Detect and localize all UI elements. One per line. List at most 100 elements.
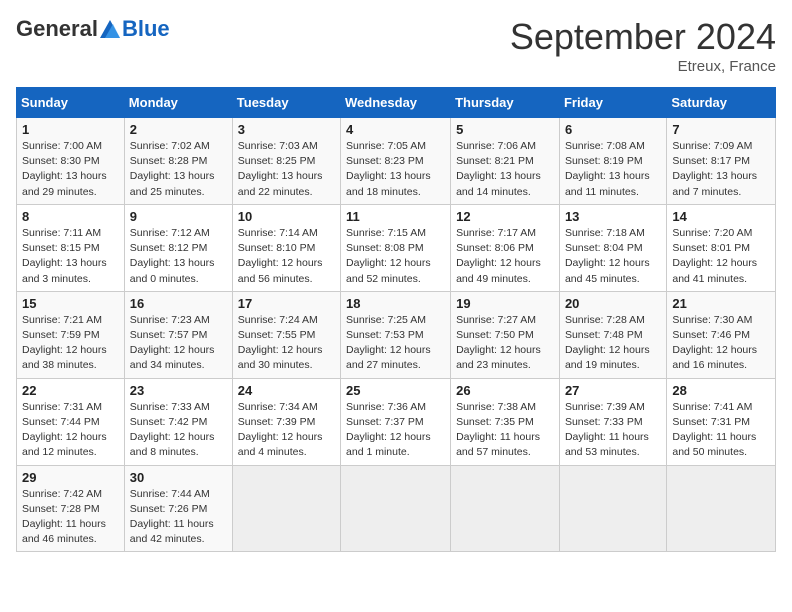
calendar-cell: 22Sunrise: 7:31 AMSunset: 7:44 PMDayligh…: [17, 378, 125, 465]
calendar-cell: 25 Sunrise: 7:36 AMSunset: 7:37 PMDayligh…: [341, 378, 451, 465]
day-number: 29: [22, 470, 119, 485]
day-detail: Sunrise: 7:25 AMSunset: 7:53 PMDaylight:…: [346, 313, 445, 374]
location-text: Etreux, France: [510, 58, 776, 75]
week-row-5: 29 Sunrise: 7:42 AMSunset: 7:28 PMDayligh…: [17, 465, 776, 552]
day-number: 6: [565, 122, 661, 137]
day-detail: Sunrise: 7:15 AMSunset: 8:08 PMDaylight:…: [346, 226, 445, 287]
day-number: 2: [130, 122, 227, 137]
calendar-cell: 16 Sunrise: 7:23 AMSunset: 7:57 PMDayligh…: [124, 291, 232, 378]
day-detail: Sunrise: 7:44 AMSunset: 7:26 PMDaylight:…: [130, 487, 227, 548]
day-detail: Sunrise: 7:02 AMSunset: 8:28 PMDaylight:…: [130, 139, 227, 200]
calendar-cell: 9Sunrise: 7:12 AMSunset: 8:12 PMDaylight…: [124, 204, 232, 291]
day-number: 4: [346, 122, 445, 137]
day-number: 16: [130, 296, 227, 311]
calendar-cell: 2 Sunrise: 7:02 AMSunset: 8:28 PMDaylight…: [124, 118, 232, 205]
week-row-4: 22Sunrise: 7:31 AMSunset: 7:44 PMDayligh…: [17, 378, 776, 465]
day-number: 7: [672, 122, 770, 137]
day-number: 26: [456, 383, 554, 398]
calendar-cell: 13Sunrise: 7:18 AMSunset: 8:04 PMDayligh…: [559, 204, 666, 291]
day-number: 13: [565, 209, 661, 224]
calendar-cell: 19 Sunrise: 7:27 AMSunset: 7:50 PMDayligh…: [451, 291, 560, 378]
day-detail: Sunrise: 7:14 AMSunset: 8:10 PMDaylight:…: [238, 226, 335, 287]
calendar-table: SundayMondayTuesdayWednesdayThursdayFrid…: [16, 87, 776, 552]
day-detail: Sunrise: 7:21 AMSunset: 7:59 PMDaylight:…: [22, 313, 119, 374]
calendar-cell: [667, 465, 776, 552]
month-title: September 2024: [510, 16, 776, 58]
calendar-cell: [232, 465, 340, 552]
calendar-cell: 27 Sunrise: 7:39 AMSunset: 7:33 PMDayligh…: [559, 378, 666, 465]
logo-general-text: General: [16, 16, 98, 42]
day-number: 30: [130, 470, 227, 485]
weekday-header-sunday: Sunday: [17, 88, 125, 118]
day-number: 10: [238, 209, 335, 224]
day-number: 17: [238, 296, 335, 311]
weekday-header-monday: Monday: [124, 88, 232, 118]
day-detail: Sunrise: 7:28 AMSunset: 7:48 PMDaylight:…: [565, 313, 661, 374]
day-detail: Sunrise: 7:11 AMSunset: 8:15 PMDaylight:…: [22, 226, 119, 287]
day-number: 28: [672, 383, 770, 398]
logo-icon: [100, 20, 120, 38]
calendar-cell: [451, 465, 560, 552]
calendar-cell: 20 Sunrise: 7:28 AMSunset: 7:48 PMDayligh…: [559, 291, 666, 378]
calendar-cell: 23 Sunrise: 7:33 AMSunset: 7:42 PMDayligh…: [124, 378, 232, 465]
day-detail: Sunrise: 7:09 AMSunset: 8:17 PMDaylight:…: [672, 139, 770, 200]
day-number: 25: [346, 383, 445, 398]
day-number: 27: [565, 383, 661, 398]
day-detail: Sunrise: 7:39 AMSunset: 7:33 PMDaylight:…: [565, 400, 661, 461]
calendar-cell: 28 Sunrise: 7:41 AMSunset: 7:31 PMDayligh…: [667, 378, 776, 465]
calendar-cell: [341, 465, 451, 552]
day-detail: Sunrise: 7:36 AMSunset: 7:37 PMDaylight:…: [346, 400, 445, 461]
day-detail: Sunrise: 7:08 AMSunset: 8:19 PMDaylight:…: [565, 139, 661, 200]
weekday-header-saturday: Saturday: [667, 88, 776, 118]
week-row-1: 1 Sunrise: 7:00 AMSunset: 8:30 PMDaylight…: [17, 118, 776, 205]
day-detail: Sunrise: 7:41 AMSunset: 7:31 PMDaylight:…: [672, 400, 770, 461]
day-number: 24: [238, 383, 335, 398]
day-number: 18: [346, 296, 445, 311]
weekday-header-wednesday: Wednesday: [341, 88, 451, 118]
day-number: 14: [672, 209, 770, 224]
title-block: September 2024 Etreux, France: [510, 16, 776, 75]
day-detail: Sunrise: 7:00 AMSunset: 8:30 PMDaylight:…: [22, 139, 119, 200]
day-detail: Sunrise: 7:12 AMSunset: 8:12 PMDaylight:…: [130, 226, 227, 287]
day-detail: Sunrise: 7:33 AMSunset: 7:42 PMDaylight:…: [130, 400, 227, 461]
calendar-cell: 17Sunrise: 7:24 AMSunset: 7:55 PMDayligh…: [232, 291, 340, 378]
day-number: 15: [22, 296, 119, 311]
calendar-cell: 1 Sunrise: 7:00 AMSunset: 8:30 PMDaylight…: [17, 118, 125, 205]
calendar-cell: [559, 465, 666, 552]
day-number: 12: [456, 209, 554, 224]
week-row-3: 15 Sunrise: 7:21 AMSunset: 7:59 PMDayligh…: [17, 291, 776, 378]
weekday-header-tuesday: Tuesday: [232, 88, 340, 118]
calendar-cell: 5Sunrise: 7:06 AMSunset: 8:21 PMDaylight…: [451, 118, 560, 205]
calendar-cell: 11Sunrise: 7:15 AMSunset: 8:08 PMDayligh…: [341, 204, 451, 291]
day-detail: Sunrise: 7:30 AMSunset: 7:46 PMDaylight:…: [672, 313, 770, 374]
day-number: 22: [22, 383, 119, 398]
calendar-cell: 29 Sunrise: 7:42 AMSunset: 7:28 PMDayligh…: [17, 465, 125, 552]
calendar-cell: 24Sunrise: 7:34 AMSunset: 7:39 PMDayligh…: [232, 378, 340, 465]
day-detail: Sunrise: 7:27 AMSunset: 7:50 PMDaylight:…: [456, 313, 554, 374]
day-number: 20: [565, 296, 661, 311]
page-header: General Blue September 2024 Etreux, Fran…: [16, 16, 776, 75]
weekday-header-friday: Friday: [559, 88, 666, 118]
calendar-cell: 12 Sunrise: 7:17 AMSunset: 8:06 PMDayligh…: [451, 204, 560, 291]
calendar-cell: 3 Sunrise: 7:03 AMSunset: 8:25 PMDaylight…: [232, 118, 340, 205]
day-number: 3: [238, 122, 335, 137]
calendar-cell: 10 Sunrise: 7:14 AMSunset: 8:10 PMDayligh…: [232, 204, 340, 291]
calendar-cell: 15 Sunrise: 7:21 AMSunset: 7:59 PMDayligh…: [17, 291, 125, 378]
day-number: 5: [456, 122, 554, 137]
day-detail: Sunrise: 7:17 AMSunset: 8:06 PMDaylight:…: [456, 226, 554, 287]
calendar-cell: 14Sunrise: 7:20 AMSunset: 8:01 PMDayligh…: [667, 204, 776, 291]
calendar-cell: 21Sunrise: 7:30 AMSunset: 7:46 PMDayligh…: [667, 291, 776, 378]
calendar-cell: 18 Sunrise: 7:25 AMSunset: 7:53 PMDayligh…: [341, 291, 451, 378]
calendar-cell: 30 Sunrise: 7:44 AMSunset: 7:26 PMDayligh…: [124, 465, 232, 552]
day-detail: Sunrise: 7:03 AMSunset: 8:25 PMDaylight:…: [238, 139, 335, 200]
day-number: 23: [130, 383, 227, 398]
day-number: 8: [22, 209, 119, 224]
day-number: 1: [22, 122, 119, 137]
day-detail: Sunrise: 7:38 AMSunset: 7:35 PMDaylight:…: [456, 400, 554, 461]
day-detail: Sunrise: 7:42 AMSunset: 7:28 PMDaylight:…: [22, 487, 119, 548]
weekday-header-row: SundayMondayTuesdayWednesdayThursdayFrid…: [17, 88, 776, 118]
day-detail: Sunrise: 7:23 AMSunset: 7:57 PMDaylight:…: [130, 313, 227, 374]
logo-blue-text: Blue: [122, 16, 170, 42]
day-number: 19: [456, 296, 554, 311]
weekday-header-thursday: Thursday: [451, 88, 560, 118]
